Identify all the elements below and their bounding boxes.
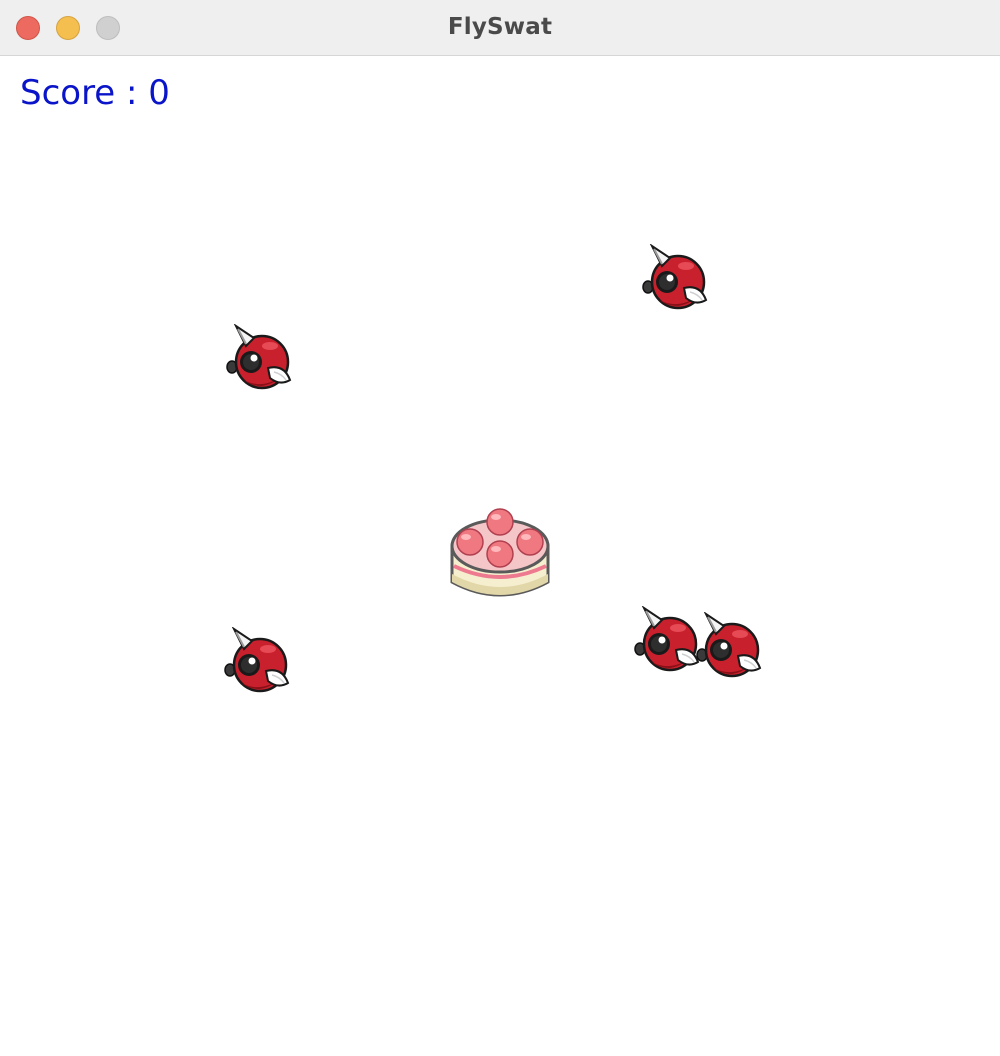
fly-icon[interactable]: [632, 606, 702, 672]
window-title: FlySwat: [447, 14, 553, 40]
game-canvas[interactable]: Score : 0: [0, 57, 1000, 1056]
fly-icon[interactable]: [222, 627, 292, 693]
score-label: Score : 0: [20, 73, 170, 113]
app-window: FlySwat Score : 0: [0, 0, 1000, 1056]
fly-icon[interactable]: [224, 324, 294, 390]
fly-icon[interactable]: [694, 612, 764, 678]
title-bar: FlySwat: [0, 0, 1000, 56]
fly-icon[interactable]: [640, 244, 710, 310]
cake-icon: [450, 507, 550, 597]
